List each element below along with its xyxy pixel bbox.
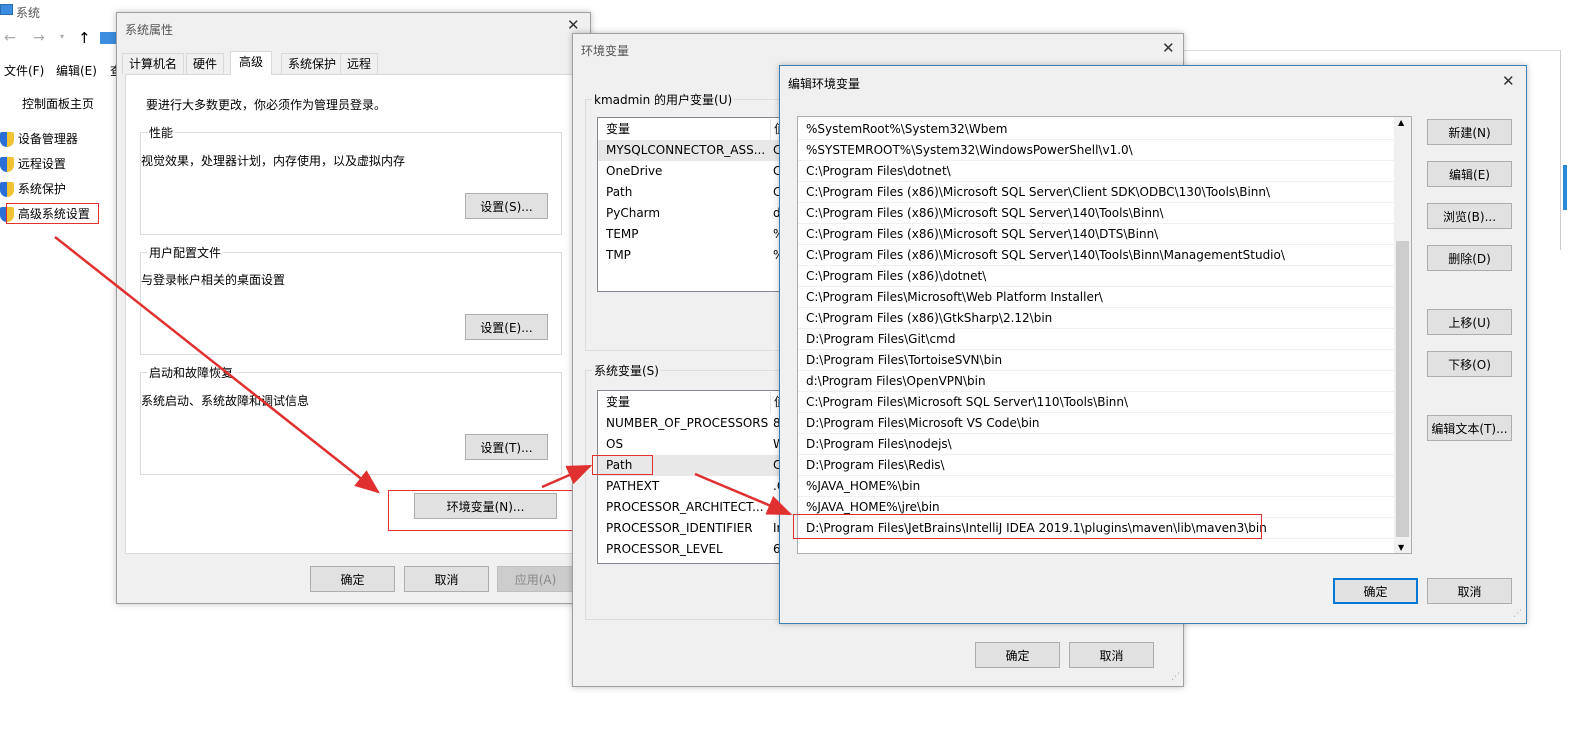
tab-advanced[interactable]: 高级 [230, 51, 273, 75]
annotation-arrows [54, 236, 793, 516]
arrow-to-path [541, 464, 593, 489]
arrow-to-maven-entry [694, 472, 793, 516]
arrow-to-env-button [54, 236, 380, 494]
